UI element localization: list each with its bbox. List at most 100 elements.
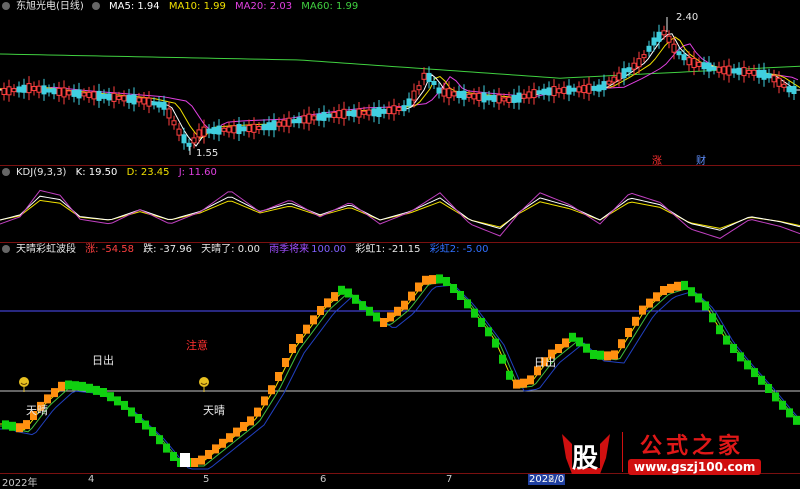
price-title: 东旭光电(日线)	[16, 1, 84, 12]
rainbow-block	[604, 351, 611, 361]
ma5-line	[0, 33, 800, 147]
rainbow-block	[352, 294, 359, 304]
candle-body	[131, 94, 137, 105]
rainbow-header: 天晴彩虹波段 涨: -54.58 跌: -37.96 天晴了: 0.00 雨季将…	[0, 243, 495, 257]
x-label-1: 2022年	[2, 478, 38, 489]
candle-body	[271, 120, 277, 131]
candle-body	[291, 119, 297, 124]
candle-body	[161, 101, 167, 110]
rainbow-block	[2, 420, 9, 430]
rainbow-yuji: 雨季将来	[269, 244, 310, 255]
candle-body	[506, 96, 512, 103]
ma20-line	[0, 43, 799, 132]
rainbow-block	[450, 284, 457, 293]
candle-body	[401, 105, 407, 112]
rainbow-block	[359, 301, 366, 311]
candle-body	[466, 93, 472, 98]
candle-body	[526, 91, 532, 99]
candle-body	[711, 66, 717, 71]
rainbow-block	[191, 458, 198, 467]
candle-body	[511, 94, 517, 103]
rainbow-block	[198, 455, 205, 465]
candle-body	[201, 126, 207, 137]
panel-menu-icon[interactable]	[2, 2, 10, 10]
kdj-chart[interactable]	[0, 180, 800, 242]
rainbow-block	[401, 300, 408, 310]
x-label-4: 6	[320, 474, 327, 485]
rainbow-block	[681, 280, 688, 290]
candle-body	[681, 54, 687, 61]
candle-body	[781, 83, 787, 88]
candle-body	[456, 91, 462, 99]
candle-body	[191, 137, 197, 144]
rainbow-caihong2: 彩虹2: -5.00	[429, 244, 489, 255]
panel-menu-icon[interactable]	[2, 168, 10, 176]
smiley-icon	[19, 377, 29, 387]
candle-body	[661, 30, 667, 36]
rainbow-block	[422, 275, 429, 285]
high-price-label: 2.40	[676, 12, 699, 23]
candle-body	[156, 101, 162, 108]
rainbow-block	[751, 368, 758, 378]
candle-body	[76, 89, 82, 99]
candle-body	[26, 83, 32, 94]
rainbow-block	[660, 286, 667, 295]
candle-body	[126, 94, 132, 103]
rainbow-block	[142, 420, 149, 430]
candle-body	[381, 108, 387, 114]
candle-body	[591, 85, 597, 91]
ma60-line	[0, 53, 800, 79]
rainbow-block	[170, 452, 177, 461]
rainbow-block	[779, 400, 786, 410]
candle-body	[656, 31, 662, 42]
candle-body	[186, 142, 192, 147]
candle-body	[336, 110, 342, 119]
candle-body	[231, 125, 237, 134]
candle-body	[46, 88, 52, 93]
rainbow-block	[429, 275, 436, 285]
rainbow-block	[443, 277, 450, 286]
candle-body	[451, 91, 457, 97]
low-price-label: 1.55	[196, 148, 219, 159]
candle-body	[751, 69, 757, 76]
rainbow-block	[205, 450, 212, 459]
rainbow-block	[128, 407, 135, 417]
candle-body	[356, 108, 362, 118]
candle-body	[141, 97, 147, 105]
candle-body	[536, 90, 542, 95]
rainbow-block	[247, 416, 254, 426]
rainbow-block	[345, 288, 352, 298]
price-header: 东旭光电(日线) MA5: 1.94 MA10: 1.99 MA20: 2.03…	[0, 0, 364, 14]
rainbow-title: 天晴彩虹波段	[16, 244, 76, 255]
rainbow-block	[156, 435, 163, 445]
rainbow-block	[618, 339, 625, 349]
rainbow-block	[282, 358, 289, 367]
rainbow-block	[646, 298, 653, 308]
panel-menu-icon[interactable]	[91, 2, 100, 10]
candle-body	[491, 94, 497, 102]
candle-body	[771, 75, 777, 83]
candle-body	[616, 72, 622, 81]
panel-menu-icon[interactable]	[2, 245, 10, 253]
kdj-d: D: 23.45	[126, 167, 170, 178]
rainbow-block	[9, 421, 16, 431]
candle-body	[496, 94, 502, 104]
candle-body	[701, 62, 707, 70]
rainbow-block	[492, 338, 499, 348]
candle-body	[241, 126, 247, 132]
x-label-2: 4	[88, 474, 95, 485]
rainbow-block	[716, 325, 723, 335]
rainbow-block	[58, 381, 65, 391]
white-block	[180, 453, 190, 467]
candle-body	[331, 111, 337, 118]
kdj-header: KDJ(9,3,3) K: 19.50 D: 23.45 J: 11.60	[0, 166, 223, 180]
candle-body	[736, 67, 742, 75]
candle-body	[31, 86, 37, 92]
ma10-label: MA10: 1.99	[168, 1, 226, 12]
price-chart[interactable]	[0, 14, 800, 166]
rainbow-block	[65, 380, 72, 390]
rainbow-block	[695, 293, 702, 303]
rainbow-block	[471, 308, 478, 318]
candle-body	[361, 110, 367, 115]
watermark: 股 公式之家 www.gszj100.com	[560, 428, 780, 480]
